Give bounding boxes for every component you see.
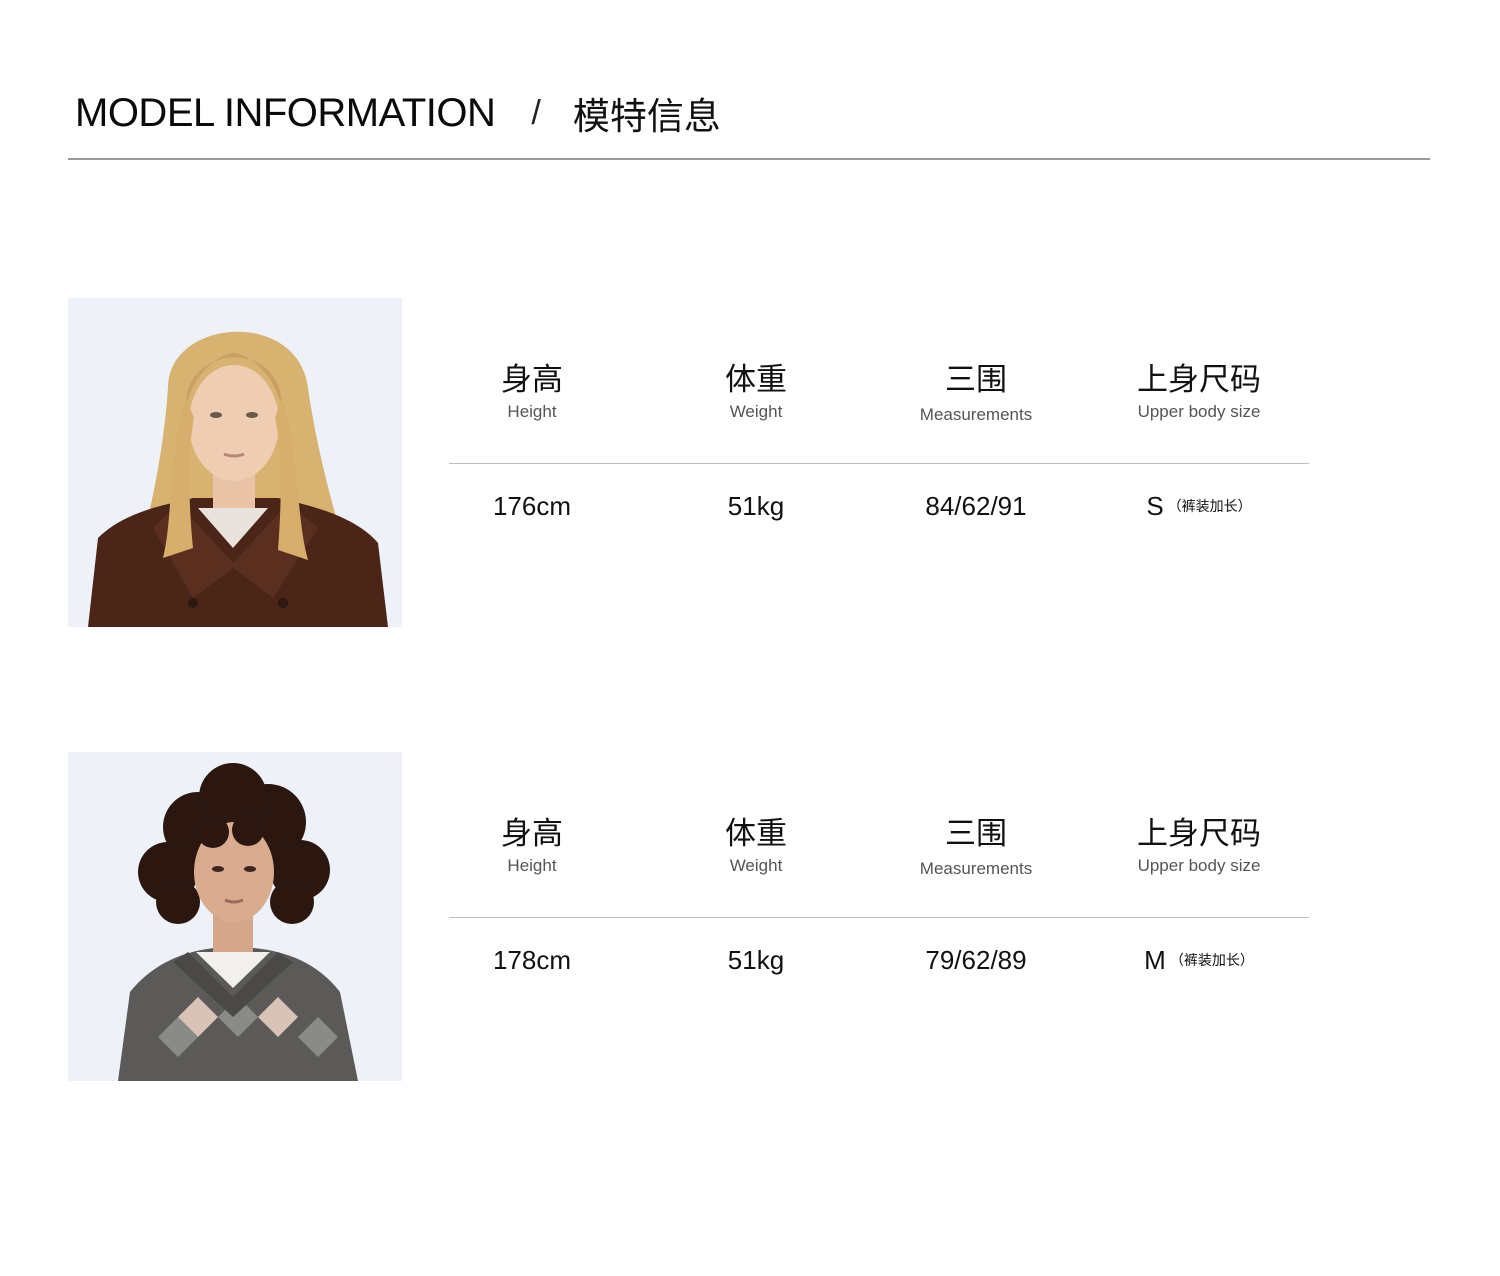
size-value: S （裤装加长） bbox=[1089, 491, 1309, 522]
page-header: MODEL INFORMATION / 模特信息 bbox=[75, 88, 721, 139]
height-label-en: Height bbox=[507, 402, 557, 421]
title-separator: / bbox=[531, 93, 541, 132]
model-portrait-blonde-icon bbox=[68, 298, 402, 627]
measurements-label-cn: 三围 bbox=[945, 362, 1007, 398]
model-card-1: 身高 Height 176cm 体重 Weight 51kg 三围 Measur… bbox=[68, 298, 1368, 628]
height-value: 178cm bbox=[492, 945, 572, 975]
row-divider-1 bbox=[449, 463, 1309, 464]
height-value: 176cm bbox=[492, 491, 572, 521]
model-card-2: 身高 Height 178cm 体重 Weight 51kg 三围 Measur… bbox=[68, 752, 1368, 1082]
header-divider bbox=[68, 158, 1430, 160]
measurements-label-en: Measurements bbox=[919, 405, 1033, 424]
size-value: M （裤装加长） bbox=[1089, 945, 1309, 976]
weight-label-en: Weight bbox=[729, 402, 783, 421]
measurements-label-en: Measurements bbox=[919, 859, 1033, 878]
page-title-cn: 模特信息 bbox=[572, 95, 721, 138]
size-letter: M bbox=[1144, 945, 1166, 975]
weight-label-cn: 体重 bbox=[725, 362, 787, 398]
height-label-cn: 身高 bbox=[501, 362, 563, 398]
size-label-cn: 上身尺码 bbox=[1137, 816, 1261, 852]
measurements-value: 79/62/89 bbox=[925, 945, 1027, 975]
weight-label-cn: 体重 bbox=[725, 816, 787, 852]
size-label-en: Upper body size bbox=[1137, 856, 1261, 875]
model-portrait-curly-icon bbox=[68, 752, 402, 1081]
measurements-label-cn: 三围 bbox=[945, 816, 1007, 852]
model-photo-1 bbox=[68, 298, 402, 627]
height-label-en: Height bbox=[507, 856, 557, 875]
weight-value: 51kg bbox=[727, 491, 785, 521]
weight-label-en: Weight bbox=[729, 856, 783, 875]
size-label-cn: 上身尺码 bbox=[1137, 362, 1261, 398]
weight-value: 51kg bbox=[727, 945, 785, 975]
measurements-value: 84/62/91 bbox=[925, 491, 1027, 521]
size-note: （裤装加长） bbox=[1167, 499, 1252, 515]
height-label-cn: 身高 bbox=[501, 816, 563, 852]
page-title-en: MODEL INFORMATION bbox=[75, 90, 496, 135]
size-note: （裤装加长） bbox=[1169, 953, 1254, 969]
model-photo-2 bbox=[68, 752, 402, 1081]
size-label-en: Upper body size bbox=[1137, 402, 1261, 421]
size-letter: S bbox=[1146, 491, 1164, 521]
row-divider-2 bbox=[449, 917, 1309, 918]
